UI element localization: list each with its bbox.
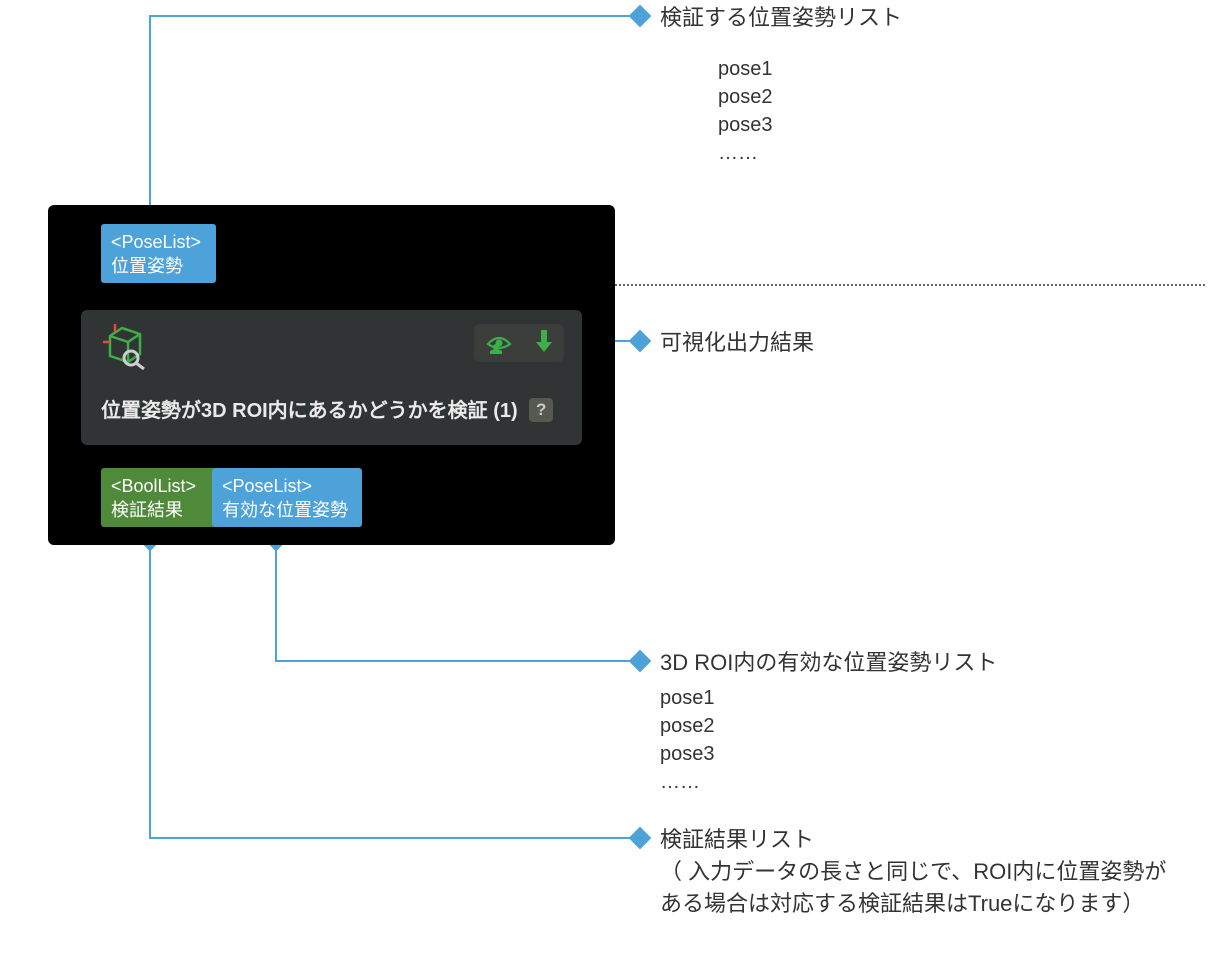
annotation-input-list-title: 検証する位置姿勢リスト — [660, 3, 902, 33]
annotation-valid-list-items: pose1 pose2 pose3 …… — [660, 684, 715, 796]
cube-search-icon — [101, 322, 149, 370]
output-port-boollist[interactable]: <BoolList> 検証結果 — [101, 468, 216, 527]
annotation-result-list: 検証結果リスト （ 入力データの長さと同じで、ROI内に位置姿勢がある場合は対応… — [660, 824, 1180, 920]
port-type-label: <BoolList> — [111, 474, 206, 498]
node-actions — [474, 324, 564, 362]
download-icon[interactable] — [534, 328, 554, 359]
port-type-label: <PoseList> — [222, 474, 352, 498]
annotation-input-list-items: pose1 pose2 pose3 …… — [718, 55, 773, 167]
port-name-label: 有効な位置姿勢 — [222, 498, 352, 522]
visualize-icon[interactable] — [484, 328, 514, 359]
port-name-label: 検証結果 — [111, 498, 206, 522]
node-title: 位置姿勢が3D ROI内にあるかどうかを検証 (1) ? — [101, 394, 553, 423]
port-type-label: <PoseList> — [111, 230, 206, 254]
node-title-text: 位置姿勢が3D ROI内にあるかどうかを検証 (1) — [101, 400, 518, 422]
annotation-viz-output: 可視化出力結果 — [660, 328, 814, 358]
node-body: 位置姿勢が3D ROI内にあるかどうかを検証 (1) ? — [81, 310, 582, 445]
annotation-valid-list-title: 3D ROI内の有効な位置姿勢リスト — [660, 648, 997, 678]
help-icon[interactable]: ? — [529, 398, 553, 422]
node-card: <PoseList> 位置姿勢 — [48, 205, 615, 545]
output-port-poselist[interactable]: <PoseList> 有効な位置姿勢 — [212, 468, 362, 527]
divider-dotted — [615, 284, 1205, 286]
port-name-label: 位置姿勢 — [111, 254, 206, 278]
input-port-poselist[interactable]: <PoseList> 位置姿勢 — [101, 224, 216, 283]
